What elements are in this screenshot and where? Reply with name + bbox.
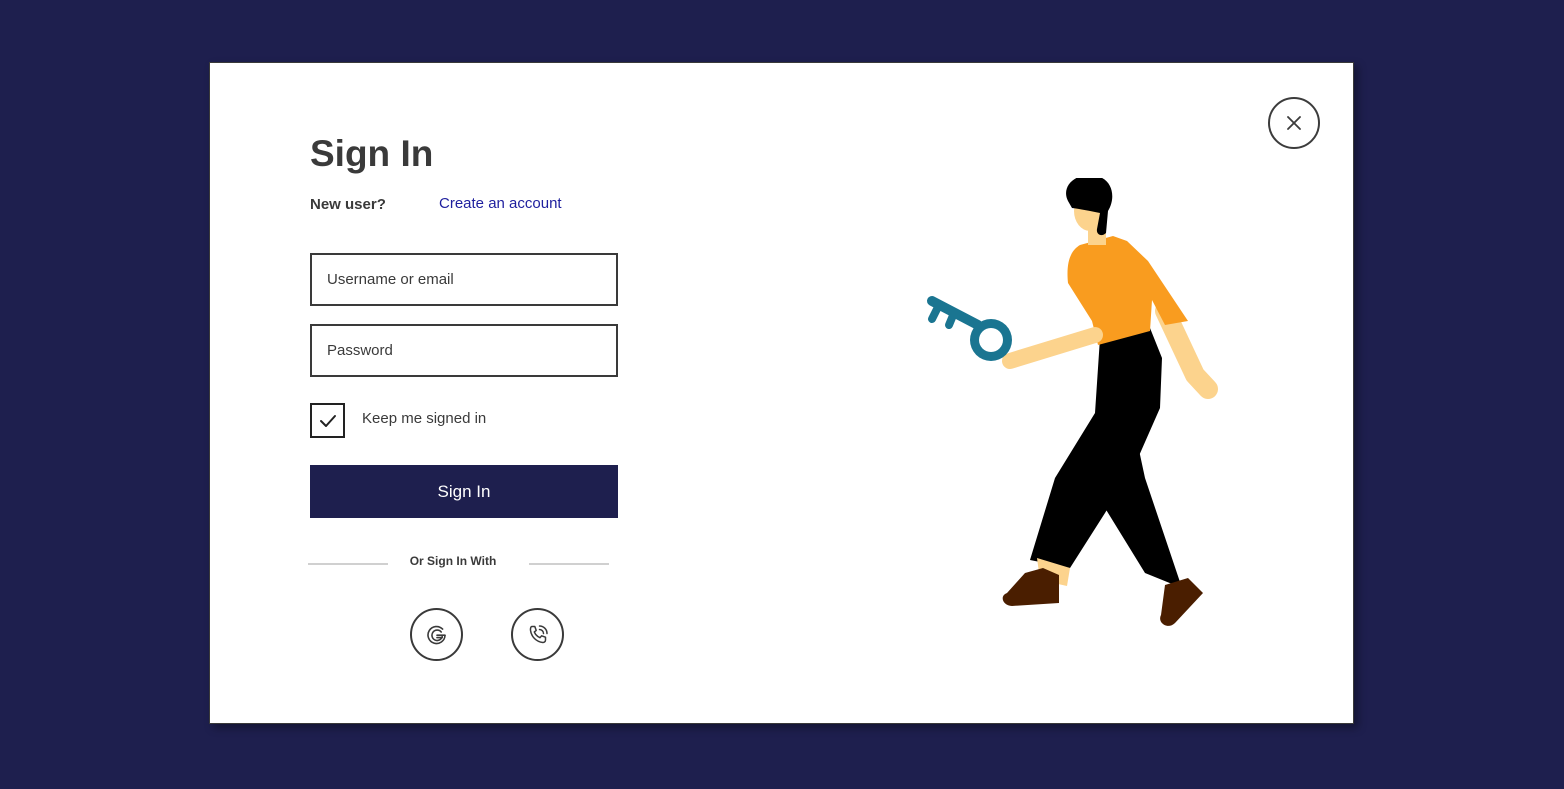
page-title: Sign In — [310, 133, 434, 174]
sign-in-button[interactable]: Sign In — [310, 465, 618, 518]
phone-sign-in-button[interactable] — [511, 608, 564, 661]
divider-line-right — [529, 563, 609, 565]
new-user-label: New user? — [310, 196, 386, 213]
close-icon — [1287, 116, 1301, 130]
checkmark-icon — [319, 414, 336, 427]
or-sign-in-with-label: Or Sign In With — [409, 554, 497, 568]
keep-signed-in-checkbox[interactable] — [310, 403, 345, 438]
password-input[interactable] — [310, 324, 618, 377]
google-icon — [426, 625, 446, 644]
phone-icon — [529, 624, 548, 643]
sign-in-modal: Sign In New user? Create an account Keep… — [209, 62, 1354, 724]
google-sign-in-button[interactable] — [410, 608, 463, 661]
username-input[interactable] — [310, 253, 618, 306]
create-account-link[interactable]: Create an account — [439, 195, 562, 212]
close-button[interactable] — [1268, 97, 1320, 149]
person-holding-key-illustration — [927, 178, 1218, 626]
divider-line-left — [308, 563, 388, 565]
keep-signed-in-label: Keep me signed in — [362, 410, 487, 427]
